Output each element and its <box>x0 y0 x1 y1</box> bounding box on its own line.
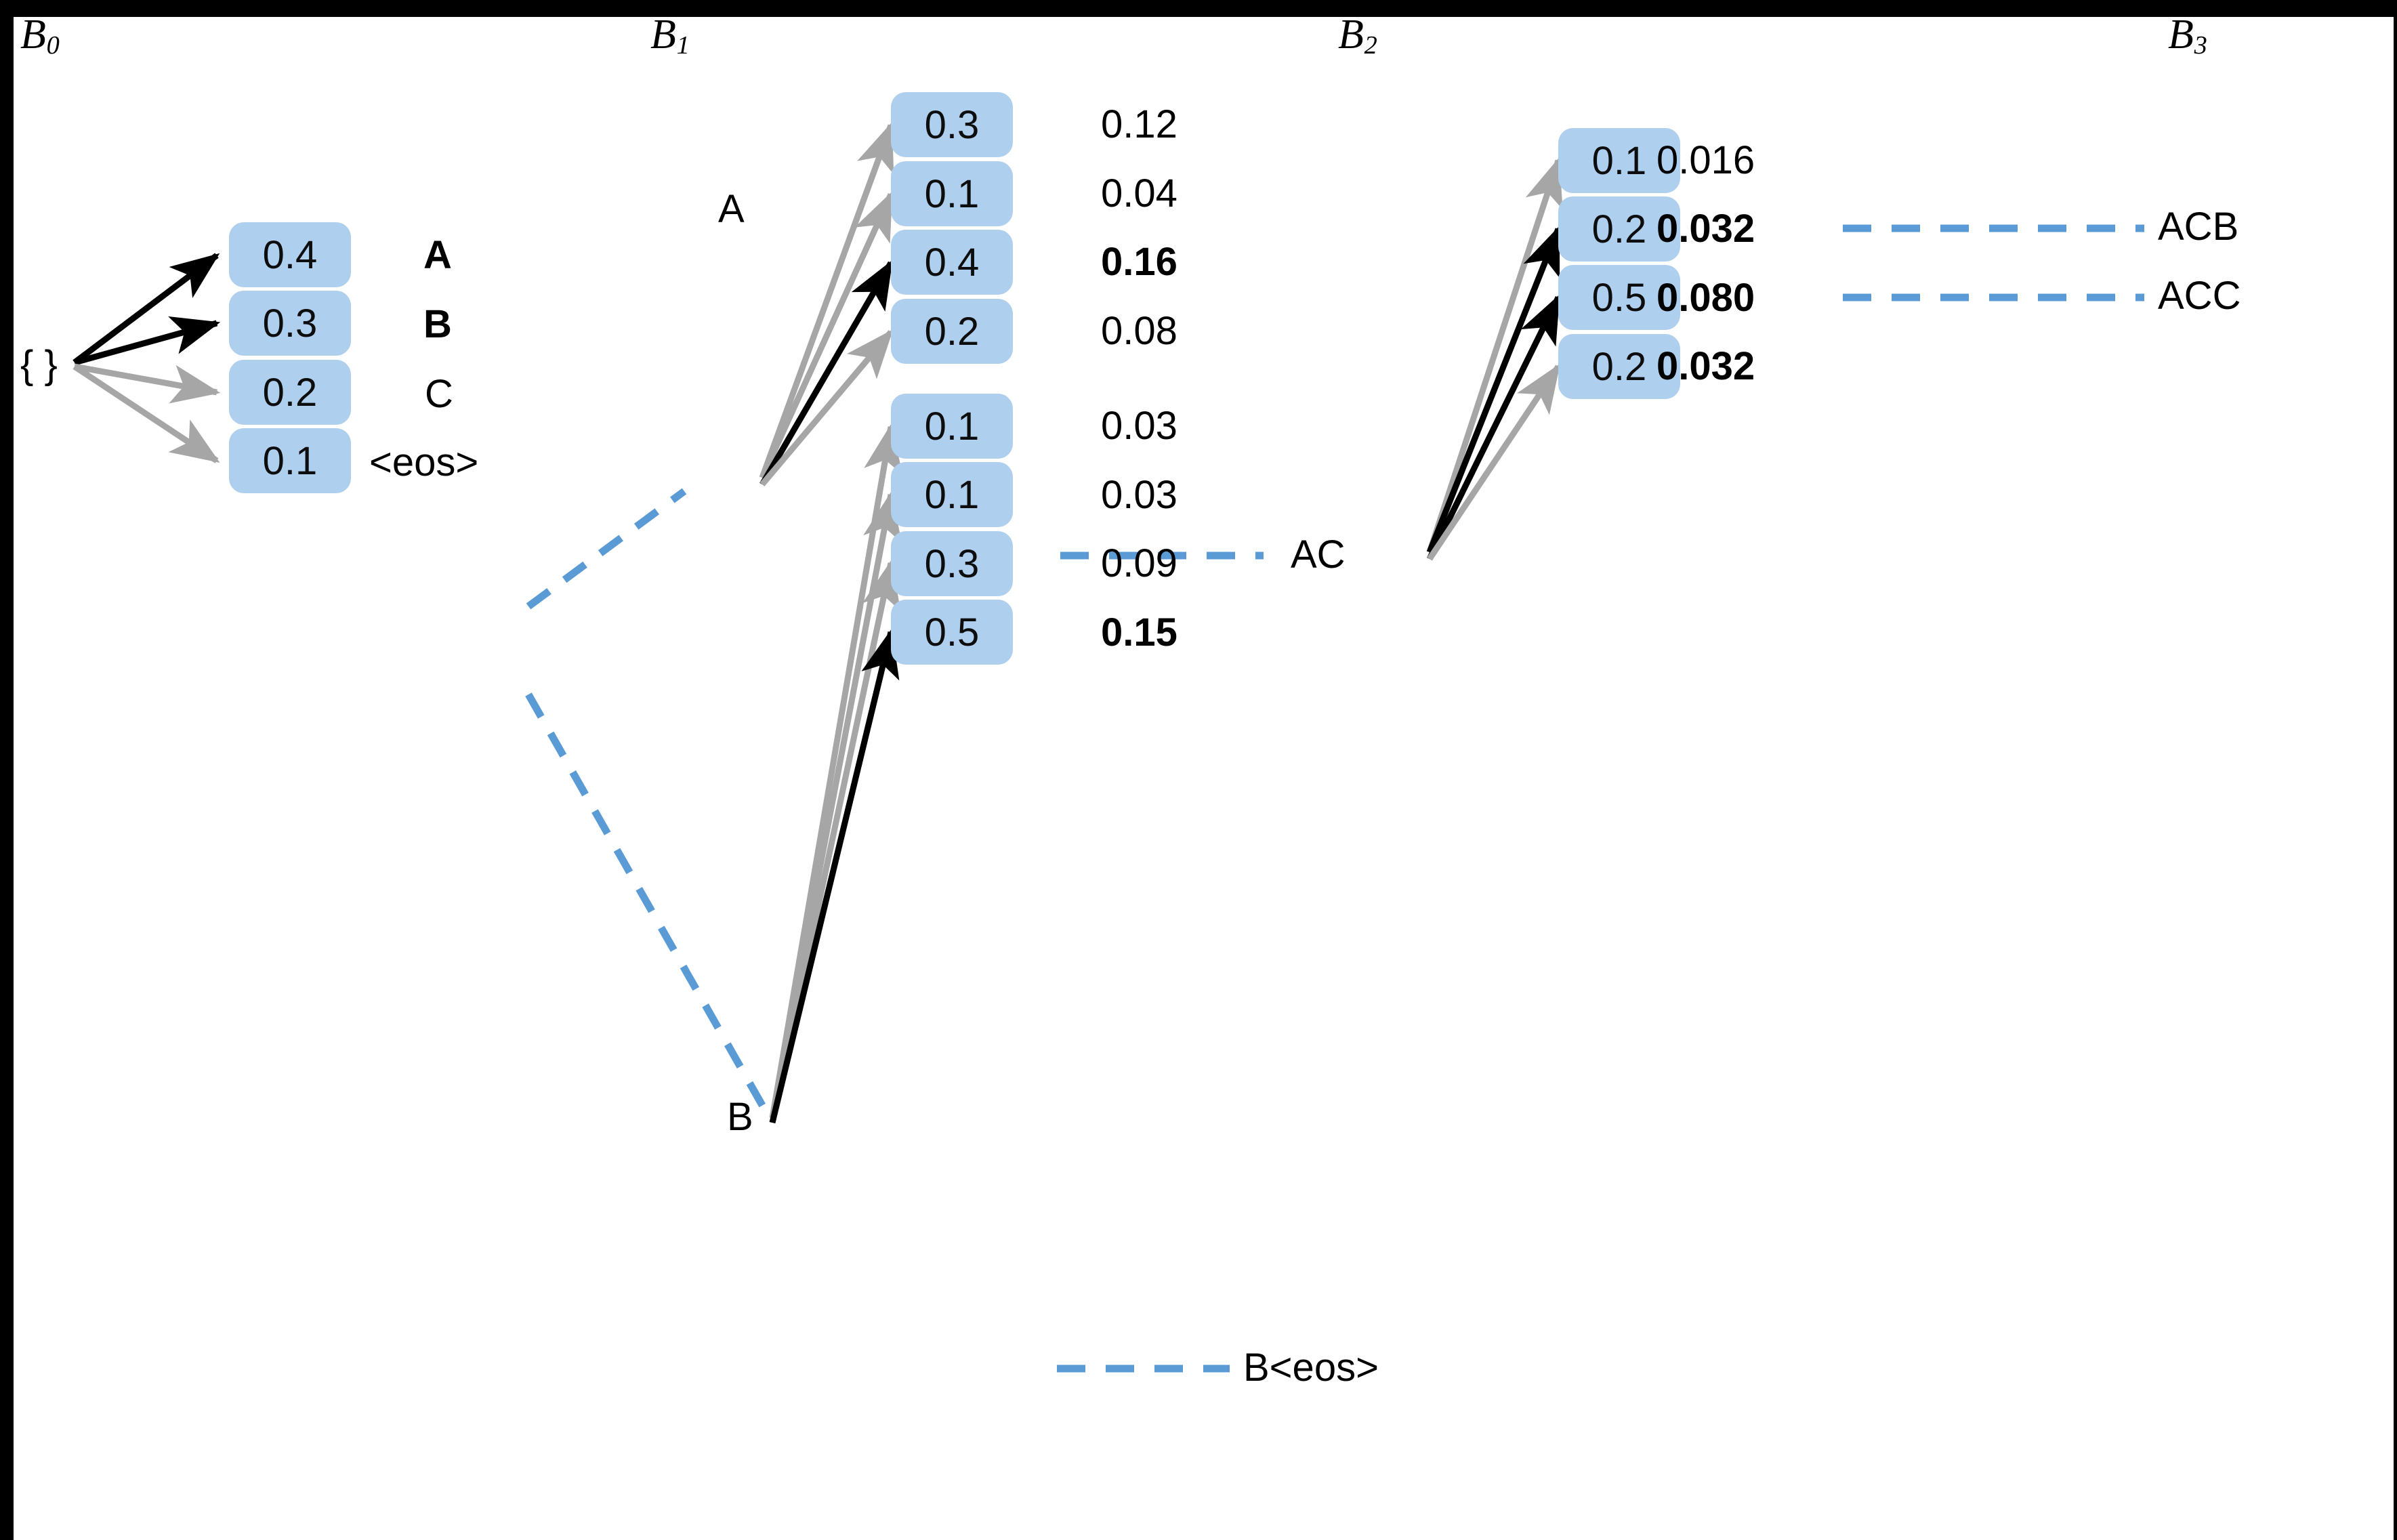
edge-root-to-3 <box>72 364 220 463</box>
dashed-link-a <box>526 488 687 610</box>
edge-a-to-3 <box>759 329 894 486</box>
column-header-b0: B0 <box>20 17 60 59</box>
edge-b-to-3 <box>769 628 900 1124</box>
branch-b-box-2[interactable]: 0.3 <box>891 531 1013 596</box>
branch-ac-score-1: 0.032 <box>1656 207 1755 251</box>
step0-token-b[interactable]: B <box>423 305 452 344</box>
branch-a-box-2[interactable]: 0.4 <box>891 230 1013 295</box>
column-header-b0-sub: 0 <box>46 31 60 60</box>
branch-b-score-1: 0.03 <box>1101 473 1177 517</box>
branch-a-score-2: 0.16 <box>1101 240 1177 284</box>
branch-b-score-2: 0.09 <box>1101 541 1177 585</box>
hypothesis-acb[interactable]: ACB <box>2158 207 2238 247</box>
edge-ac-to-0 <box>1426 157 1563 554</box>
branch-a-score-0: 0.12 <box>1101 102 1177 146</box>
branch-b-box-1[interactable]: 0.1 <box>891 462 1013 527</box>
branch-a-score-3: 0.08 <box>1101 309 1177 353</box>
column-header-b2: B2 <box>1338 17 1377 59</box>
branch-a-box-0[interactable]: 0.3 <box>891 92 1013 157</box>
edge-root-to-0 <box>72 253 220 365</box>
branch-b-edges <box>769 423 903 1124</box>
step0-token-a[interactable]: A <box>423 236 452 275</box>
column-header-b1-label: B <box>650 17 676 58</box>
branch-a-edges <box>759 121 894 486</box>
branch-b-score-0: 0.03 <box>1101 404 1177 448</box>
edge-a-to-0 <box>759 121 894 479</box>
branch-b-box-3[interactable]: 0.5 <box>891 600 1013 665</box>
node-b[interactable]: B <box>727 1098 753 1137</box>
edge-root-to-1 <box>73 316 221 366</box>
step0-box-0[interactable]: 0.4 <box>229 222 351 287</box>
node-a[interactable]: A <box>718 190 745 229</box>
root-node[interactable]: { } <box>20 346 58 385</box>
step0-box-1[interactable]: 0.3 <box>229 291 351 356</box>
branch-a-score-1: 0.04 <box>1101 171 1177 215</box>
diagram-canvas: B0 B1 B2 B3 { } 0.4 0.3 0.2 0.1 A B C <e… <box>14 17 2394 1540</box>
edge-b-to-0 <box>769 423 903 1119</box>
step0-box-3[interactable]: 0.1 <box>229 428 351 493</box>
column-header-b1: B1 <box>650 17 690 59</box>
edge-root-to-2 <box>74 363 221 404</box>
branch-a-box-3[interactable]: 0.2 <box>891 299 1013 364</box>
edge-ac-to-2 <box>1426 294 1562 560</box>
hypothesis-acc[interactable]: ACC <box>2158 276 2240 316</box>
step0-box-2[interactable]: 0.2 <box>229 360 351 425</box>
branch-b-box-0[interactable]: 0.1 <box>891 394 1013 459</box>
node-ac[interactable]: AC <box>1291 535 1346 575</box>
root-edges <box>72 253 221 463</box>
column-header-b1-sub: 1 <box>676 31 690 60</box>
branch-ac-score-0: 0.016 <box>1656 138 1755 182</box>
step0-token-c[interactable]: C <box>425 375 453 414</box>
column-header-b3: B3 <box>2168 17 2207 59</box>
branch-ac-edges <box>1426 157 1563 561</box>
edge-a-to-2 <box>759 259 894 486</box>
hypothesis-beos[interactable]: B<eos> <box>1243 1348 1379 1388</box>
edge-a-to-1 <box>759 191 894 479</box>
edge-ac-to-3 <box>1427 363 1561 561</box>
edge-b-to-1 <box>769 491 902 1119</box>
column-header-b0-label: B <box>20 17 46 58</box>
branch-ac-score-3: 0.032 <box>1656 344 1755 388</box>
step0-token-eos[interactable]: <eos> <box>369 443 478 482</box>
branch-b-score-3: 0.15 <box>1101 610 1177 654</box>
edge-ac-to-1 <box>1426 225 1562 554</box>
column-header-b2-label: B <box>1338 17 1364 58</box>
column-header-b2-sub: 2 <box>1364 31 1377 60</box>
edge-layer <box>72 121 2144 1373</box>
column-header-b3-label: B <box>2168 17 2194 58</box>
branch-ac-score-2: 0.080 <box>1656 276 1755 320</box>
column-header-b3-sub: 3 <box>2194 31 2207 60</box>
dashed-link-b <box>525 692 769 1113</box>
image-frame: B0 B1 B2 B3 { } 0.4 0.3 0.2 0.1 A B C <e… <box>0 0 2397 1540</box>
edge-b-to-2 <box>769 559 901 1123</box>
branch-a-box-1[interactable]: 0.1 <box>891 161 1013 226</box>
